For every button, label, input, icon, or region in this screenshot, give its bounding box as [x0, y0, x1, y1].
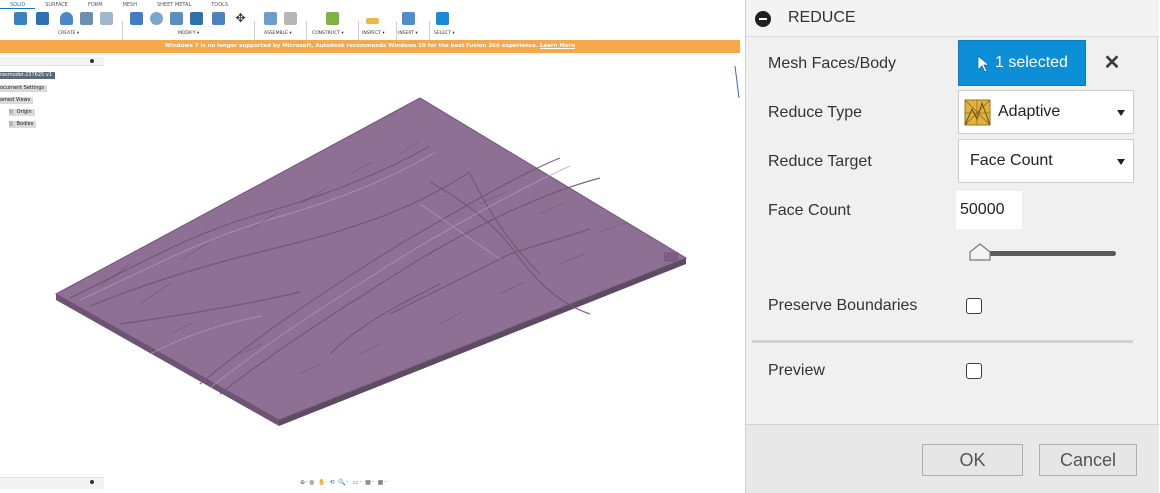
hole-icon[interactable]	[80, 12, 93, 25]
app-window: SOLID SURFACE FORM MESH SHEET METAL TOOL…	[0, 0, 740, 493]
reduce-dialog: REDUCE Mesh Faces/Body 1 selected ✕ Redu…	[745, 0, 1159, 493]
tab-sheet-metal[interactable]: SHEET METAL	[147, 0, 201, 9]
modify-menu[interactable]: MODIFY ▾	[178, 31, 199, 36]
dialog-header[interactable]: REDUCE	[746, 0, 1159, 37]
select-icon[interactable]	[436, 12, 449, 25]
ok-button[interactable]: OK	[922, 444, 1023, 476]
create-menu[interactable]: CREATE ▾	[58, 31, 79, 36]
selection-count: 1 selected	[995, 54, 1068, 71]
cancel-button[interactable]: Cancel	[1039, 444, 1137, 476]
viewcube-axis[interactable]	[733, 62, 740, 102]
browser-panel-header[interactable]	[0, 57, 104, 66]
browser-item-document[interactable]: rasmodel-237625 v1	[0, 72, 55, 79]
reduce-type-value: Adaptive	[998, 103, 1061, 120]
browser-item-origin[interactable]: Origin	[9, 109, 35, 116]
collapse-icon[interactable]	[755, 11, 771, 27]
reduce-type-dropdown[interactable]: Adaptive	[958, 90, 1134, 134]
assemble-menu[interactable]: ASSEMBLE ▾	[264, 31, 292, 36]
new-component-icon[interactable]	[264, 12, 277, 25]
dialog-footer: OK Cancel	[746, 424, 1159, 493]
mesh-body-top[interactable]	[54, 97, 688, 421]
chamfer-icon[interactable]	[170, 12, 183, 25]
ribbon-toolbar: ✥	[0, 9, 740, 46]
face-count-slider-track[interactable]	[976, 251, 1116, 256]
dialog-title: REDUCE	[788, 9, 856, 26]
browser-item-bodies[interactable]: Bodies	[9, 121, 37, 128]
reduce-target-dropdown[interactable]: Face Count	[958, 139, 1134, 183]
tab-solid[interactable]: SOLID	[0, 0, 36, 9]
folder-icon	[9, 109, 13, 114]
face-count-label: Face Count	[768, 202, 851, 219]
reduce-target-label: Reduce Target	[768, 153, 872, 170]
chevron-down-icon	[1117, 159, 1125, 165]
revolve-icon[interactable]	[60, 12, 73, 25]
reduce-target-value: Face Count	[970, 152, 1053, 169]
fillet-icon[interactable]	[150, 12, 163, 25]
learn-more-link[interactable]: Learn More	[540, 43, 575, 49]
tab-form[interactable]: FORM	[78, 0, 113, 9]
browser-item-named-views[interactable]: amed Views	[0, 97, 34, 104]
comments-panel-header[interactable]	[0, 477, 104, 489]
adaptive-icon	[964, 99, 991, 126]
insert-image-icon[interactable]	[402, 12, 415, 25]
comments-options-icon[interactable]	[90, 480, 94, 484]
browser-item-document-settings[interactable]: ocument Settings	[0, 85, 48, 92]
browser-options-icon[interactable]	[90, 59, 94, 63]
construct-menu[interactable]: CONSTRUCT ▾	[312, 31, 344, 36]
tab-surface[interactable]: SURFACE	[35, 0, 78, 9]
ribbon-tabs: SOLID SURFACE FORM MESH SHEET METAL TOOL…	[0, 0, 740, 9]
joint-icon[interactable]	[284, 12, 297, 25]
viewport-canvas[interactable]	[0, 54, 740, 474]
pattern-icon[interactable]	[100, 12, 113, 25]
tab-mesh[interactable]: MESH	[113, 0, 147, 9]
inspect-menu[interactable]: INSPECT ▾	[362, 31, 385, 36]
face-count-slider-thumb[interactable]	[968, 242, 992, 264]
section-divider	[752, 340, 1133, 343]
offset-plane-icon[interactable]	[326, 12, 339, 25]
preview-checkbox[interactable]	[966, 363, 982, 379]
move-icon[interactable]: ✥	[234, 12, 247, 25]
extrude-icon[interactable]	[36, 12, 49, 25]
shell-icon[interactable]	[190, 12, 203, 25]
tab-tools[interactable]: TOOLS	[201, 0, 238, 9]
mesh-notch	[664, 252, 678, 262]
mesh-selection-button[interactable]: 1 selected	[958, 40, 1086, 86]
mesh-faces-label: Mesh Faces/Body	[768, 55, 897, 72]
press-pull-icon[interactable]	[130, 12, 143, 25]
cursor-arrow-icon	[977, 55, 991, 73]
folder-icon	[9, 121, 13, 126]
preserve-boundaries-label: Preserve Boundaries	[768, 297, 918, 314]
windows-support-banner: Windows 7 is no longer supported by Micr…	[0, 40, 740, 53]
combine-icon[interactable]	[212, 12, 225, 25]
ribbon-group-labels: CREATE ▾ MODIFY ▾ ASSEMBLE ▾ CONSTRUCT ▾…	[0, 31, 740, 39]
new-sketch-icon[interactable]	[14, 12, 27, 25]
preserve-boundaries-checkbox[interactable]	[966, 298, 982, 314]
banner-message: Windows 7 is no longer supported by Micr…	[164, 43, 538, 49]
chevron-down-icon	[1117, 110, 1125, 116]
preview-label: Preview	[768, 362, 825, 379]
face-count-input[interactable]	[956, 191, 1022, 229]
clear-selection-icon[interactable]: ✕	[1101, 52, 1123, 74]
select-menu[interactable]: SELECT ▾	[434, 31, 455, 36]
measure-icon[interactable]	[366, 18, 379, 24]
reduce-type-label: Reduce Type	[768, 104, 862, 121]
navigation-toolbar[interactable]: ⊕·◍ ✋ ⟲ 🔍· ▭· ▦· ▦·	[300, 479, 387, 489]
insert-menu[interactable]: INSERT ▾	[398, 31, 418, 36]
